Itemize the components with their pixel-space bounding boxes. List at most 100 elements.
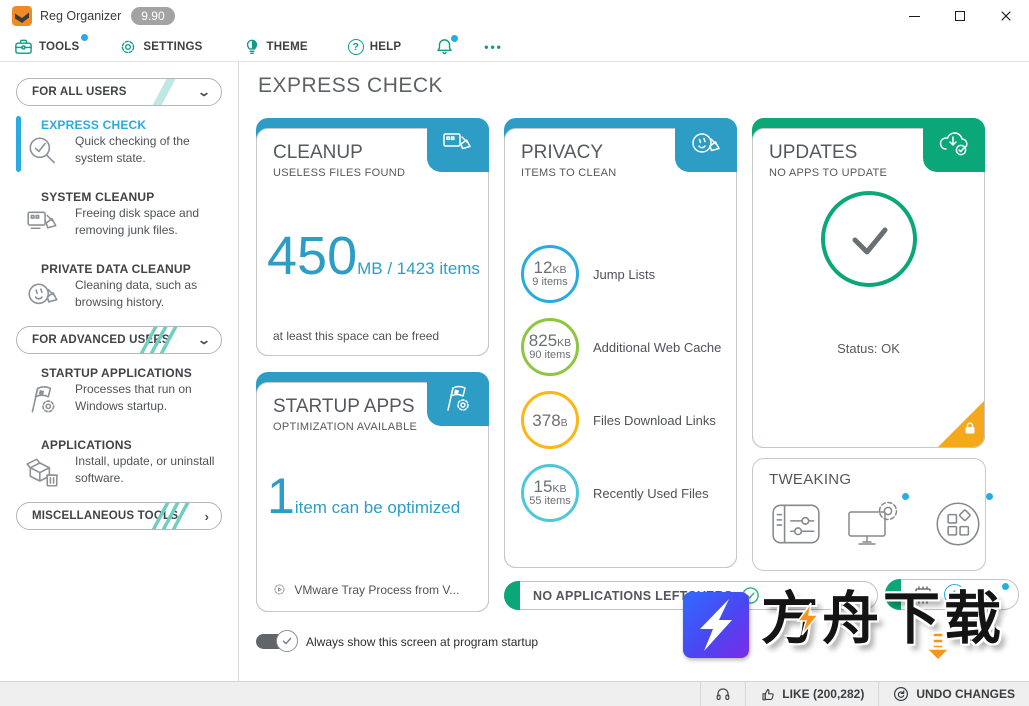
leftovers-label: NO APPLICATIONS LEFTOVERS — [533, 589, 733, 603]
undo-icon — [893, 686, 909, 702]
cleanup-footer: at least this space can be freed — [273, 329, 439, 343]
group-for-all-users[interactable]: FOR ALL USERS ⌄ — [16, 78, 222, 106]
nav-title: APPLICATIONS — [41, 438, 132, 452]
cleanup-value-suffix: MB / 1423 items — [357, 259, 480, 279]
more-menu-button[interactable]: ••• — [484, 40, 503, 54]
apps-circle-icon[interactable] — [931, 497, 985, 551]
tweaking-card[interactable]: TWEAKING — [752, 458, 986, 571]
box-trash-icon — [25, 454, 61, 495]
chip-chevrons-icon — [912, 584, 934, 606]
thumbs-up-icon — [760, 687, 775, 702]
help-icon: ? — [348, 39, 364, 55]
title-bar: Reg Organizer 9.90 — [0, 0, 1029, 32]
like-button[interactable]: LIKE (200,282) — [745, 682, 878, 706]
help-label: HELP — [370, 41, 401, 53]
selected-indicator — [16, 116, 21, 172]
startup-apps-card[interactable]: STARTUP APPS OPTIMIZATION AVAILABLE 1 it… — [256, 372, 489, 612]
status-bar: LIKE (200,282) UNDO CHANGES — [0, 681, 1029, 706]
card-title: TWEAKING — [769, 471, 851, 488]
headphones-icon — [715, 686, 731, 702]
like-label: LIKE (200,282) — [782, 687, 864, 701]
nav-desc: Quick checking of the system state. — [75, 133, 227, 167]
chevron-down-icon: ⌄ — [197, 333, 211, 347]
stat-label: Jump Lists — [593, 267, 655, 282]
notification-dot — [1002, 583, 1009, 590]
notification-dot — [986, 493, 993, 500]
nav-desc: Processes that run on Windows startup. — [75, 381, 227, 415]
update-count-badge: 1 — [944, 584, 965, 605]
minimize-icon — [909, 16, 920, 17]
nav-title: EXPRESS CHECK — [41, 118, 146, 132]
chevron-down-icon: ⌄ — [197, 85, 211, 99]
group-miscellaneous-tools[interactable]: MISCELLANEOUS TOOLS › — [16, 502, 222, 530]
notification-dot — [902, 493, 909, 500]
support-button[interactable] — [700, 682, 745, 706]
group-label: FOR ALL USERS — [32, 86, 127, 98]
tools-notification-dot — [81, 34, 88, 41]
undo-label: UNDO CHANGES — [916, 687, 1015, 701]
lock-icon — [962, 420, 978, 441]
nav-title: SYSTEM CLEANUP — [41, 190, 154, 204]
notifications-button[interactable] — [435, 37, 454, 56]
stat-circle: 825KB 90 items — [521, 318, 579, 376]
no-applications-leftovers-pill[interactable]: NO APPLICATIONS LEFTOVERS — [504, 581, 878, 610]
flag-gear-icon — [427, 372, 489, 426]
startup-value: 1 — [267, 471, 295, 521]
nav-title: PRIVATE DATA CLEANUP — [41, 262, 191, 276]
privacy-stat-web-cache: 825KB 90 items Additional Web Cache — [521, 318, 728, 376]
sidebar-item-system-cleanup[interactable]: SYSTEM CLEANUP Freeing disk space and re… — [0, 190, 239, 254]
monitor-broom-icon — [427, 118, 489, 172]
undo-changes-button[interactable]: UNDO CHANGES — [878, 682, 1029, 706]
cloud-download-check-icon — [923, 118, 985, 172]
decorative-stripe — [147, 78, 177, 106]
app-logo-icon — [12, 6, 32, 26]
sliders-panel-icon[interactable] — [769, 497, 823, 551]
minimize-button[interactable] — [891, 0, 937, 32]
cleanup-card[interactable]: CLEANUP USELESS FILES FOUND 450 MB / 142… — [256, 118, 489, 356]
startup-footer-item[interactable]: VMware Tray Process from V... — [273, 583, 459, 599]
startup-value-suffix: item can be optimized — [295, 498, 460, 518]
chevron-right-icon: › — [205, 509, 209, 524]
cleanup-value: 450 — [267, 229, 357, 283]
briefcase-icon — [14, 37, 33, 56]
sidebar-item-private-data-cleanup[interactable]: PRIVATE DATA CLEANUP Cleaning data, such… — [0, 262, 239, 326]
maximize-button[interactable] — [937, 0, 983, 32]
sidebar-item-startup-applications[interactable]: STARTUP APPLICATIONS Processes that run … — [0, 366, 239, 430]
sidebar-item-applications[interactable]: APPLICATIONS Install, update, or uninsta… — [0, 438, 239, 502]
nav-desc: Install, update, or uninstall software. — [75, 453, 227, 487]
help-button[interactable]: ? HELP — [348, 39, 401, 55]
maximize-icon — [955, 11, 965, 21]
version-badge: 9.90 — [131, 7, 174, 25]
sidebar: FOR ALL USERS ⌄ EXPRESS CHECK Quick chec… — [0, 62, 239, 681]
flag-gear-icon — [25, 382, 61, 423]
settings-button[interactable]: SETTINGS — [119, 38, 202, 56]
monitor-gear-icon[interactable] — [845, 497, 901, 551]
gear-icon — [119, 38, 137, 56]
magnifier-check-icon — [25, 134, 61, 175]
sidebar-item-express-check[interactable]: EXPRESS CHECK Quick checking of the syst… — [0, 118, 239, 182]
stat-label: Recently Used Files — [593, 486, 709, 501]
privacy-stat-recent-files: 15KB 55 items Recently Used Files — [521, 464, 728, 522]
updates-card[interactable]: UPDATES NO APPS TO UPDATE Status: OK — [752, 118, 985, 448]
updates-mini-pill[interactable]: 1 — [885, 579, 1019, 610]
reg-organizer-window: Reg Organizer 9.90 TOOLS SETTINGS TH — [0, 0, 1029, 706]
stat-circle: 378B — [521, 391, 579, 449]
close-button[interactable] — [983, 0, 1029, 32]
process-gear-icon — [273, 585, 289, 599]
privacy-card[interactable]: PRIVACY ITEMS TO CLEAN 12KB 9 items Jump… — [504, 118, 737, 568]
monitor-broom-icon — [25, 206, 61, 247]
toggle-knob-check-icon — [276, 630, 298, 652]
tools-button[interactable]: TOOLS — [14, 37, 79, 56]
page-title: EXPRESS CHECK — [258, 74, 443, 98]
settings-label: SETTINGS — [143, 41, 202, 53]
theme-button[interactable]: THEME — [243, 38, 308, 56]
updates-ok-circle — [821, 191, 917, 287]
theme-label: THEME — [267, 41, 308, 53]
always-show-toggle[interactable] — [256, 634, 292, 649]
theme-bulb-icon — [243, 38, 261, 56]
app-title: Reg Organizer — [40, 9, 121, 23]
main-toolbar: TOOLS SETTINGS THEME ? HELP ••• — [0, 32, 1029, 62]
pill-green-cap — [504, 581, 520, 610]
group-for-advanced-users[interactable]: FOR ADVANCED USERS ⌄ — [16, 326, 222, 354]
close-icon — [1000, 10, 1012, 22]
